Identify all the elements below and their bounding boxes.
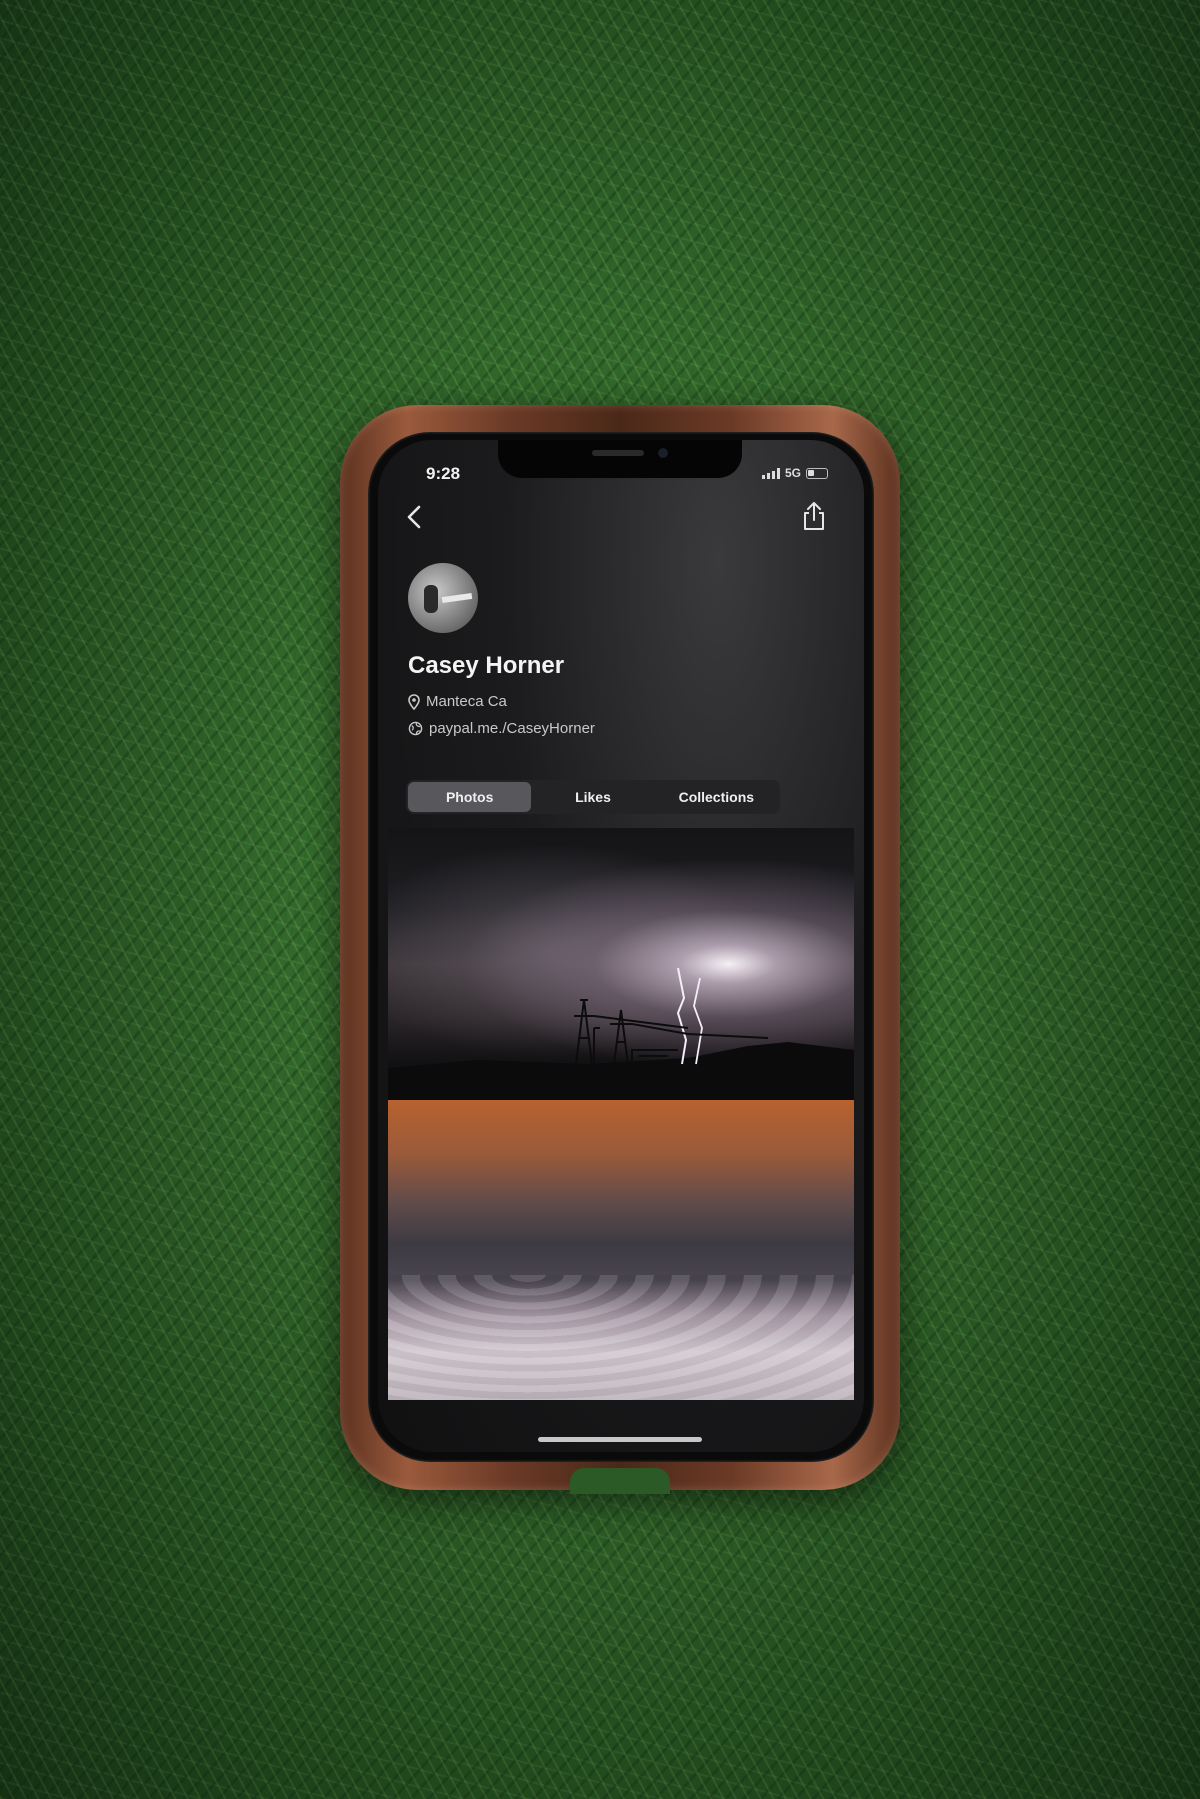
case-cutout — [570, 1468, 670, 1494]
home-indicator[interactable] — [538, 1437, 702, 1442]
photo-sunset-fog[interactable] — [388, 1100, 854, 1400]
share-icon — [804, 502, 824, 530]
speaker-grille — [592, 450, 644, 456]
tab-photos[interactable]: Photos — [408, 782, 532, 812]
tab-likes[interactable]: Likes — [531, 782, 654, 812]
profile-tabs: Photos Likes Collections — [406, 780, 780, 814]
location-text: Manteca Ca — [426, 693, 507, 710]
location-pin-icon — [408, 693, 420, 710]
back-button[interactable] — [400, 502, 430, 532]
profile-name: Casey Horner — [408, 652, 565, 679]
storm-illustration — [388, 967, 854, 1100]
status-indicators: 5G — [761, 466, 828, 480]
network-label: 5G — [784, 466, 801, 480]
phone-screen: 9:28 5G Casey Horner Manteca Ca paypal.m… — [378, 440, 864, 1452]
globe-icon — [408, 721, 423, 736]
profile-link[interactable]: paypal.me./CaseyHorner — [408, 720, 595, 737]
profile-location: Manteca Ca — [408, 693, 507, 710]
share-button[interactable] — [800, 500, 828, 532]
chevron-left-icon — [407, 505, 421, 529]
avatar[interactable] — [408, 563, 478, 633]
battery-icon — [806, 467, 828, 479]
link-text[interactable]: paypal.me./CaseyHorner — [429, 720, 595, 737]
front-camera — [658, 448, 668, 458]
phone-notch — [498, 440, 742, 478]
signal-icon — [761, 467, 780, 479]
photo-lightning-storm[interactable] — [388, 828, 854, 1100]
tab-collections[interactable]: Collections — [655, 782, 778, 812]
status-time: 9:28 — [426, 464, 461, 483]
